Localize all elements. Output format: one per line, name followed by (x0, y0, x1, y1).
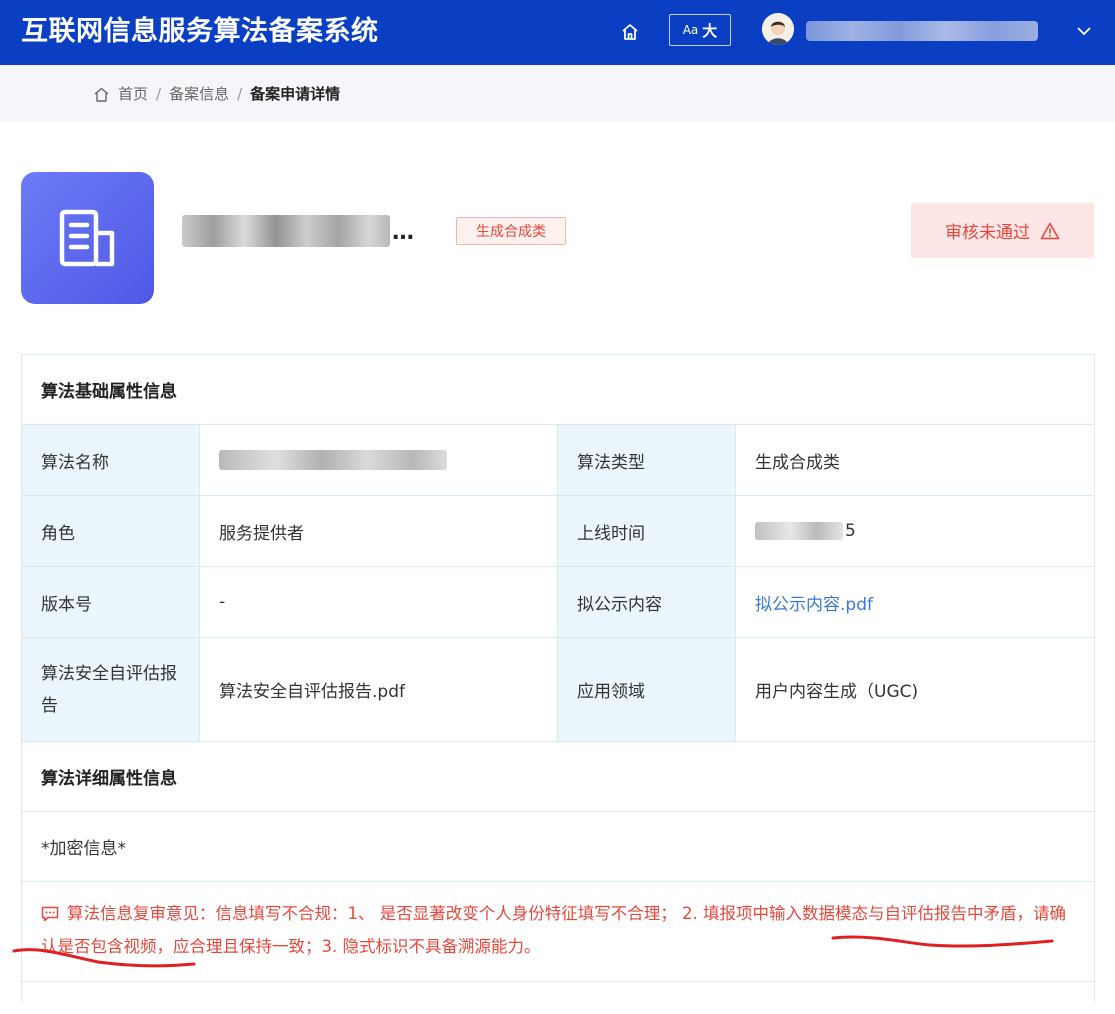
chevron-down-icon (1077, 27, 1091, 36)
field-label: 上线时间 (557, 495, 736, 567)
field-label: 算法安全自评估报告 (21, 637, 200, 742)
comment-icon (41, 906, 59, 921)
avatar-icon (762, 13, 794, 45)
role-value: 服务提供者 (199, 495, 558, 567)
application-domain-value: 用户内容生成（UGC) (735, 637, 1095, 742)
breadcrumb-current-page: 备案申请详情 (250, 85, 341, 103)
breadcrumb-separator: / (156, 85, 162, 103)
algorithm-name-redacted (182, 215, 390, 247)
public-content-file-cell: 拟公示内容.pdf (735, 566, 1095, 638)
field-label: 算法类型 (557, 424, 736, 496)
launch-date-redacted (755, 522, 843, 540)
font-size-toggle-button[interactable]: Aa 大 (669, 14, 731, 46)
launch-date-tail: 5 (845, 521, 856, 541)
launch-date-value: 5 (735, 495, 1095, 567)
warning-icon (1040, 222, 1060, 239)
detail-info-section-title: 算法详细属性信息 (21, 741, 1095, 812)
review-comment-cell: 算法信息复审意见：信息填写不合规：1、 是否显著改变个人身份特征填写不合理； 2… (21, 881, 1095, 982)
home-icon (622, 24, 638, 40)
self-assessment-report-value: 算法安全自评估报告.pdf (199, 637, 558, 742)
field-label: 算法名称 (21, 424, 200, 496)
table-row: 角色 服务提供者 上线时间 5 (21, 495, 1095, 567)
field-label: 拟公示内容 (557, 566, 736, 638)
field-label: 版本号 (21, 566, 200, 638)
table-row: 版本号 - 拟公示内容 拟公示内容.pdf (21, 566, 1095, 638)
table-row: 算法名称 算法类型 生成合成类 (21, 424, 1095, 496)
building-icon (59, 209, 114, 267)
user-menu-dropdown[interactable] (1073, 20, 1095, 42)
encrypted-info-text: *加密信息* (21, 811, 1095, 882)
algorithm-type-value: 生成合成类 (735, 424, 1095, 496)
review-status-label: 审核未通过 (945, 223, 1030, 243)
table-row: 算法安全自评估报告 算法安全自评估报告.pdf 应用领域 用户内容生成（UGC) (21, 637, 1095, 742)
version-value: - (199, 566, 558, 638)
breadcrumb-separator: / (237, 85, 243, 103)
font-size-big-label: 大 (702, 21, 718, 40)
review-status-badge: 审核未通过 (911, 203, 1094, 258)
field-label: 角色 (21, 495, 200, 567)
public-content-file-link[interactable]: 拟公示内容.pdf (755, 595, 873, 615)
breadcrumb-home[interactable]: 首页 (118, 84, 148, 104)
username-redacted[interactable] (806, 21, 1038, 41)
basic-info-section-title: 算法基础属性信息 (21, 354, 1095, 425)
algorithm-name-value-redacted (219, 450, 447, 470)
algorithm-name-ellipsis: … (392, 220, 414, 245)
home-button[interactable] (615, 17, 645, 47)
breadcrumb: 首页 / 备案信息 / 备案申请详情 (93, 84, 340, 104)
app-title: 互联网信息服务算法备案系统 (21, 16, 379, 47)
review-comment-text: 算法信息复审意见：信息填写不合规：1、 是否显著改变个人身份特征填写不合理； 2… (41, 903, 1066, 956)
algorithm-type-tag: 生成合成类 (456, 217, 566, 245)
algorithm-info-table: 算法基础属性信息 算法名称 算法类型 生成合成类 角色 服务提供者 上线时间 5… (21, 354, 1095, 1002)
field-label: 应用领域 (557, 637, 736, 742)
algorithm-logo (21, 172, 154, 304)
table-bottom-spacer (21, 981, 1095, 1002)
avatar[interactable] (762, 13, 794, 45)
font-size-small-label: Aa (682, 23, 699, 37)
breadcrumb-filing-info[interactable]: 备案信息 (169, 84, 229, 104)
top-navigation-bar: 互联网信息服务算法备案系统 Aa 大 (0, 0, 1115, 65)
algorithm-name-value (199, 424, 558, 496)
home-icon (94, 87, 109, 102)
